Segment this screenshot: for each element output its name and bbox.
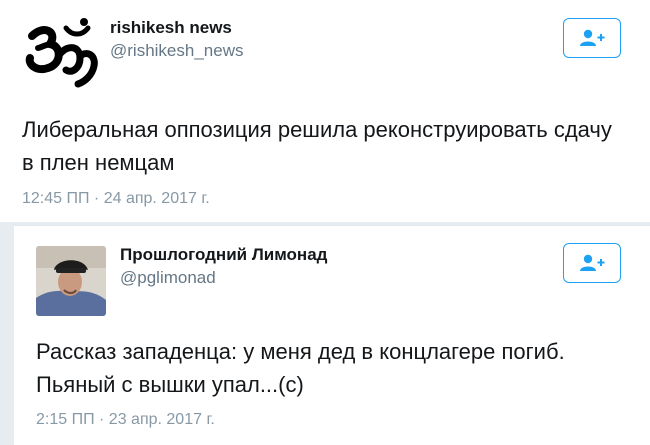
follow-button[interactable] — [563, 18, 621, 58]
add-user-icon — [580, 29, 605, 46]
tweet-timestamp[interactable]: 12:45 ПП · 24 апр. 2017 г. — [22, 190, 210, 208]
tweet-text: Либеральная оппозиция решила реконструир… — [22, 117, 612, 175]
author-handle[interactable]: @pglimonad — [120, 268, 216, 288]
add-user-icon — [580, 254, 605, 271]
om-symbol-icon[interactable] — [22, 18, 100, 90]
author-name[interactable]: Прошлогодний Лимонад — [120, 245, 327, 265]
author-handle[interactable]: @rishikesh_news — [110, 41, 243, 61]
follow-button[interactable] — [563, 243, 621, 283]
author-name[interactable]: rishikesh news — [110, 18, 232, 38]
tweet-timestamp[interactable]: 2:15 ПП · 23 апр. 2017 г. — [36, 411, 215, 429]
profile-photo[interactable] — [36, 246, 106, 316]
tweet-text: Рассказ западенца: у меня дед в концлаге… — [36, 339, 565, 397]
tweet-card: Прошлогодний Лимонад @pglimonad Рассказ … — [14, 225, 650, 445]
tweet-card: rishikesh news @rishikesh_news Либеральн… — [0, 0, 650, 222]
